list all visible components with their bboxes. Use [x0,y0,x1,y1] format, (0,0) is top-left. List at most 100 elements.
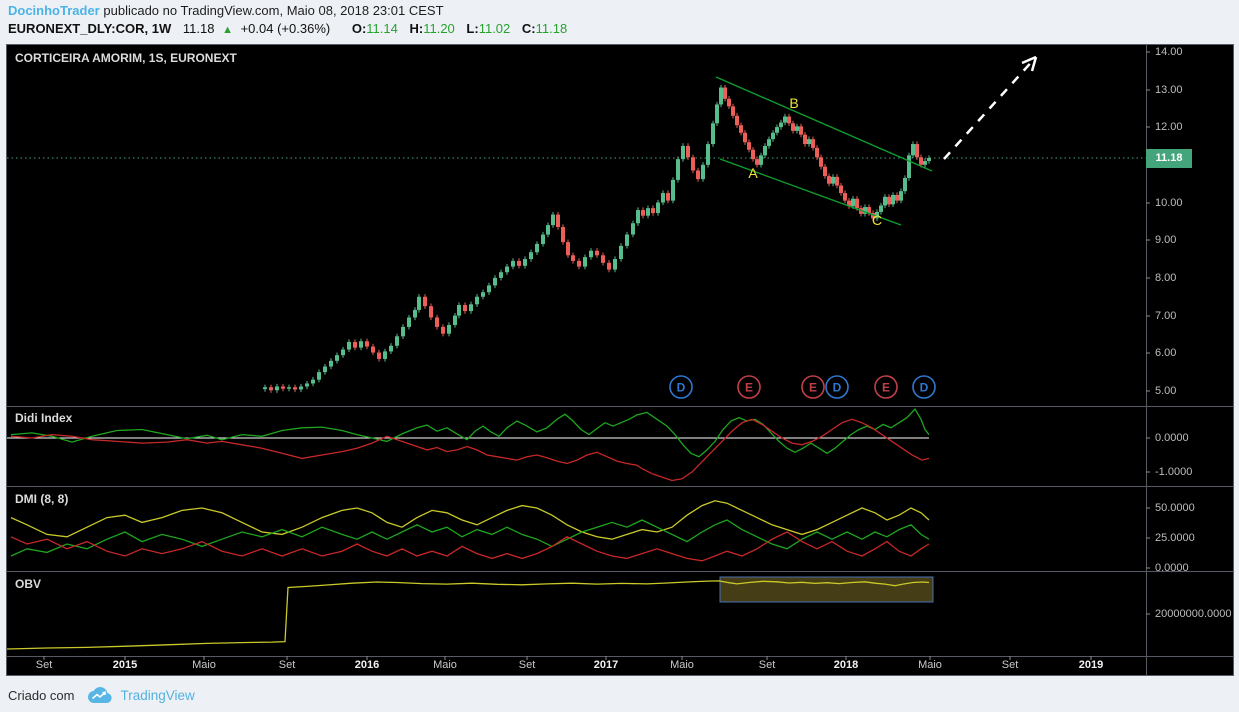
axis-value-label: 50.0000 [1155,502,1195,514]
obv-highlight-region [719,576,934,603]
candle-body [566,242,570,256]
tradingview-logo-icon [88,687,113,703]
candle-body [681,145,685,160]
pane-title: Didi Index [15,411,73,425]
signal-letter-D: D [833,381,842,395]
candle-body [915,144,919,158]
candle-body [595,250,599,256]
candle-body [775,127,779,133]
projection-arrow [943,56,1037,160]
candle-body [666,193,670,201]
candle-body [735,115,739,126]
candle-body [767,139,771,146]
candle-body [281,386,285,389]
didi-green-line [10,408,930,458]
candle-body [751,149,755,160]
low-label: L: [466,21,479,36]
candle-body [275,386,279,391]
axis-value-label: 12.00 [1155,121,1183,133]
tradingview-brand-link[interactable]: TradingView [120,688,194,703]
candle-body [686,145,690,158]
signal-letter-E: E [882,381,890,395]
candle-body [447,325,451,334]
candle-body [723,87,727,99]
footer: Criado com TradingView [8,682,195,708]
candle-body [923,161,927,165]
candle-body [879,205,883,212]
candle-body [927,158,931,162]
candle-body [843,193,847,201]
axis-value-label: 14.00 [1155,46,1183,58]
publish-line: DocinhoTrader publicado no TradingView.c… [8,3,444,18]
axis-value-label: 5.00 [1155,385,1177,397]
candle-body [601,255,605,263]
candle-body [571,255,575,261]
axis-value-label: 0.0000 [1155,562,1189,574]
candle-body [696,170,700,180]
candle-body [317,372,321,380]
pane-title: DMI (8, 8) [15,492,69,506]
candle-body [613,259,617,270]
time-axis-label: Maio [918,659,942,671]
wave-label-C: C [872,212,882,228]
candle-body [903,177,907,192]
candle-body [529,252,533,260]
candle-body [457,305,461,316]
axis-value-label: 7.00 [1155,310,1177,322]
candle-body [383,351,387,359]
time-axis-label: Maio [192,659,216,671]
candle-body [827,176,831,184]
candle-body [791,123,795,131]
candle-body [359,341,363,348]
axis-value-label: 20000000.0000 [1155,608,1232,620]
candle-body [661,193,665,203]
candle-body [505,266,509,273]
candle-body [715,104,719,124]
candle-body [911,144,915,156]
axis-value-label: 9.00 [1155,234,1177,246]
up-triangle-icon: ▲ [222,24,233,36]
candle-body [453,315,457,326]
time-axis-label: 2015 [112,659,138,671]
candle-body [311,379,315,384]
candle-body [441,326,445,334]
chart-title: CORTICEIRA AMORIM, 1S, EURONEXT [15,51,237,65]
candle-body [646,208,650,216]
candle-body [499,272,503,278]
chart-canvas[interactable]: B A C D E E D E D CORTICEIRA AMORIM, 1S, EURONEX… [6,44,1234,676]
candle-body [269,387,273,391]
candle-body [619,245,623,260]
candle-body [293,387,297,390]
candle-body [429,306,433,318]
candle-body [329,360,333,367]
chart-drawing-surface[interactable]: B A C D E E D E D [7,45,1233,675]
candle-body [799,126,803,135]
candle-body [656,202,660,214]
low-value: 11.02 [478,21,511,36]
candle-body [583,257,587,267]
candle-body [823,166,827,177]
current-price-badge: 11.18 [1146,148,1192,168]
candle-body [323,366,327,373]
symbol-name[interactable]: EURONEXT_DLY:COR, 1W [8,21,171,36]
candle-body [469,304,473,312]
publish-info: publicado no TradingView.com, Maio 08, 2… [103,3,444,18]
candle-body [727,98,731,107]
time-axis-label: 2017 [593,659,619,671]
candle-body [711,123,715,145]
channel-upper-trendline [715,76,933,172]
axis-value-label: 10.00 [1155,197,1183,209]
candle-body [589,250,593,258]
candle-body [389,345,393,352]
close-label: C: [521,21,536,36]
time-axis-label: Maio [433,659,457,671]
candle-body [493,277,497,286]
candle-body [671,179,675,201]
author-link[interactable]: DocinhoTrader [8,3,100,18]
candle-body [811,139,815,148]
signal-letter-D: D [920,381,929,395]
candle-body [787,116,791,124]
candle-body [353,341,357,348]
candle-body [481,292,485,297]
signal-letter-D: D [677,381,686,395]
